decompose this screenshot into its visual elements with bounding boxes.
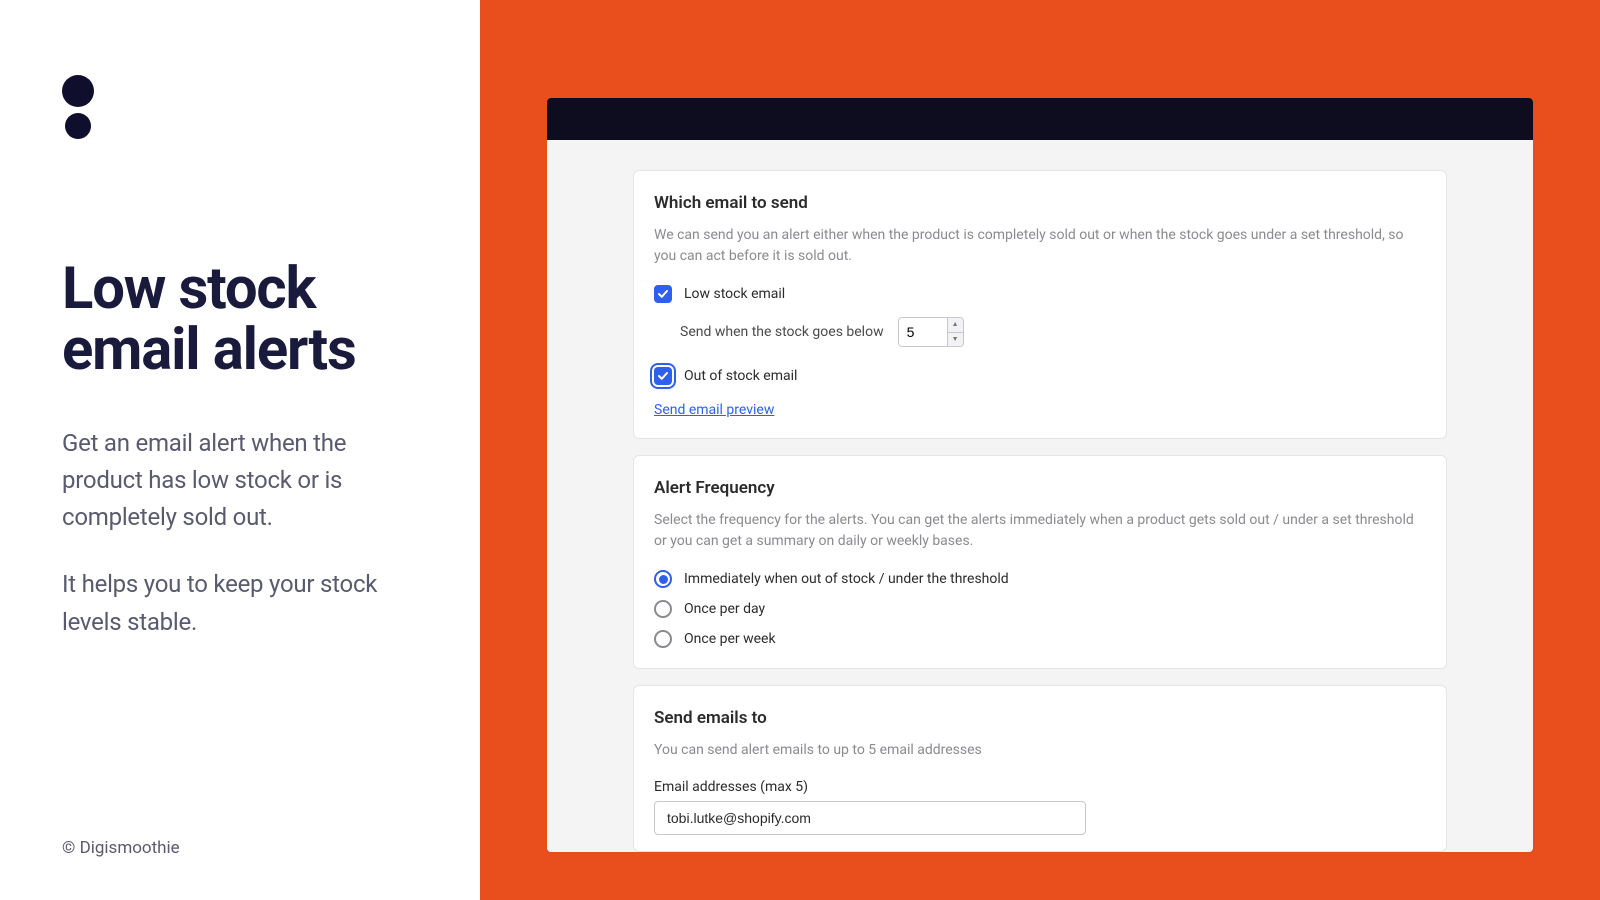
- out-of-stock-checkbox[interactable]: [654, 367, 672, 385]
- check-icon: [657, 288, 669, 300]
- spinner: ▲ ▼: [947, 318, 963, 346]
- email-input[interactable]: [654, 801, 1086, 835]
- intro-paragraph-1: Get an email alert when the product has …: [62, 425, 418, 537]
- spinner-up-button[interactable]: ▲: [948, 318, 963, 333]
- card-description: Select the frequency for the alerts. You…: [654, 510, 1426, 552]
- send-preview-link[interactable]: Send email preview: [654, 402, 774, 418]
- check-icon: [657, 370, 669, 382]
- radio-label: Once per week: [684, 631, 776, 647]
- spinner-down-button[interactable]: ▼: [948, 333, 963, 347]
- radio-immediately[interactable]: [654, 570, 672, 588]
- threshold-input-wrapper: ▲ ▼: [898, 317, 964, 347]
- screenshot-backdrop: Which email to send We can send you an a…: [480, 0, 1600, 900]
- radio-daily[interactable]: [654, 600, 672, 618]
- freq-option-weekly: Once per week: [654, 630, 1426, 648]
- threshold-row: Send when the stock goes below ▲ ▼: [680, 317, 1426, 347]
- low-stock-label: Low stock email: [684, 286, 785, 302]
- intro-paragraph-2: It helps you to keep your stock levels s…: [62, 566, 418, 640]
- radio-weekly[interactable]: [654, 630, 672, 648]
- page-headline: Low stock email alerts: [62, 259, 418, 381]
- marketing-sidebar: Low stock email alerts Get an email aler…: [0, 0, 480, 900]
- card-title: Which email to send: [654, 193, 1426, 213]
- card-description: You can send alert emails to up to 5 ema…: [654, 740, 1426, 761]
- alert-frequency-card: Alert Frequency Select the frequency for…: [633, 455, 1447, 669]
- card-title: Send emails to: [654, 708, 1426, 728]
- radio-label: Immediately when out of stock / under th…: [684, 571, 1009, 587]
- low-stock-checkbox[interactable]: [654, 285, 672, 303]
- send-emails-card: Send emails to You can send alert emails…: [633, 685, 1447, 852]
- which-email-card: Which email to send We can send you an a…: [633, 170, 1447, 439]
- app-topbar: [547, 98, 1533, 140]
- out-of-stock-label: Out of stock email: [684, 368, 797, 384]
- radio-label: Once per day: [684, 601, 765, 617]
- copyright-text: © Digismoothie: [62, 838, 180, 858]
- threshold-input[interactable]: [899, 318, 947, 346]
- freq-option-daily: Once per day: [654, 600, 1426, 618]
- logo-icon: [62, 75, 418, 139]
- freq-option-immediately: Immediately when out of stock / under th…: [654, 570, 1426, 588]
- card-description: We can send you an alert either when the…: [654, 225, 1426, 267]
- out-of-stock-checkbox-row: Out of stock email: [654, 367, 1426, 385]
- threshold-label: Send when the stock goes below: [680, 324, 884, 340]
- app-body: Which email to send We can send you an a…: [547, 140, 1533, 852]
- email-field-label: Email addresses (max 5): [654, 779, 1426, 795]
- low-stock-checkbox-row: Low stock email: [654, 285, 1426, 303]
- app-window: Which email to send We can send you an a…: [547, 98, 1533, 852]
- card-title: Alert Frequency: [654, 478, 1426, 498]
